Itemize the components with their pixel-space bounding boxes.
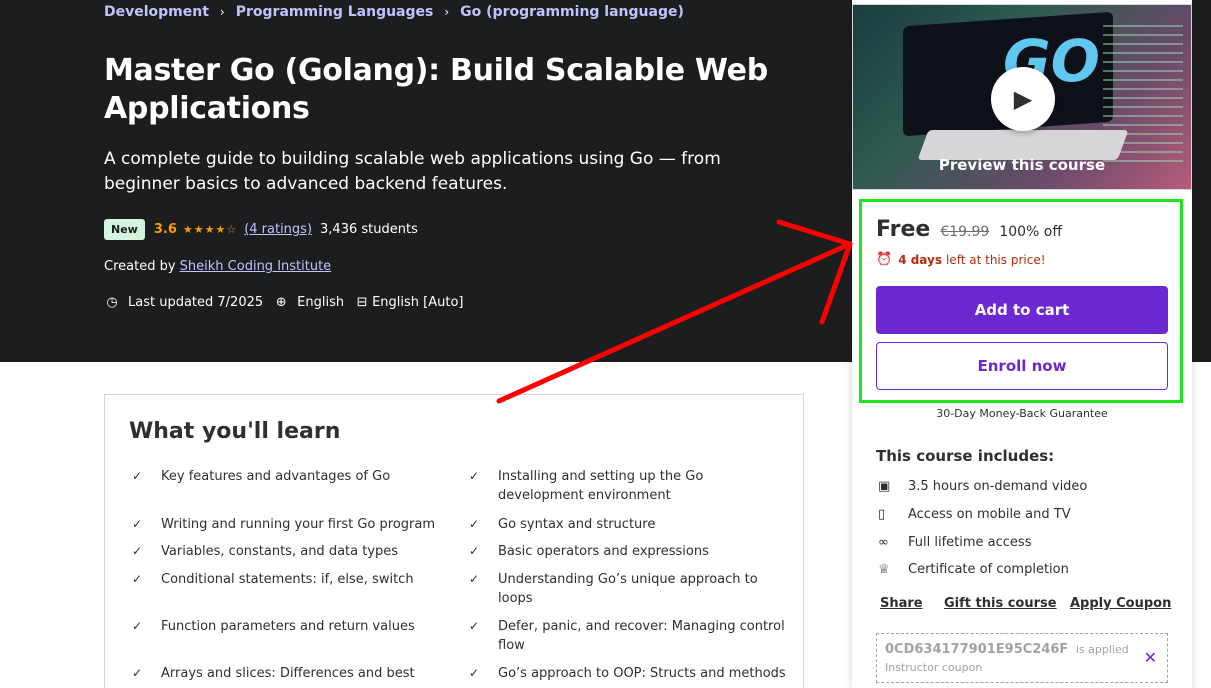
apply-coupon-link[interactable]: Apply Coupon: [1070, 596, 1171, 611]
what-youll-learn: What you'll learn ✓ Key features and adva…: [104, 394, 804, 688]
course-preview[interactable]: GO ▶ Preview this course: [852, 4, 1192, 190]
price-timer: ⏰ 4 days left at this price!: [876, 252, 1046, 267]
include-item: ♕ Certificate of completion: [878, 562, 1069, 577]
course-title: Master Go (Golang): Build Scalable Web A…: [104, 53, 768, 126]
learn-item: ✓ Conditional statements: if, else, switc…: [129, 570, 449, 589]
star-rating-icon: ★★★★☆: [182, 223, 238, 236]
breadcrumb: Development › Programming Languages › Go…: [104, 4, 684, 20]
coupon-code: 0CD634177901E95C246F: [885, 642, 1069, 657]
chevron-right-icon: ›: [219, 5, 225, 19]
alarm-clock-icon: ⏰: [876, 252, 893, 267]
includes-title: This course includes:: [876, 447, 1055, 465]
learn-item: ✓ Installing and setting up the Go develo…: [466, 467, 786, 505]
coupon-applied-text: is applied: [1075, 643, 1129, 656]
check-icon: ✓: [469, 619, 480, 633]
price-row: Free €19.99 100% off: [876, 217, 1062, 242]
ratings-link[interactable]: (4 ratings): [244, 222, 312, 237]
course-captions: English [Auto]: [372, 295, 464, 310]
check-icon: ✓: [469, 544, 480, 558]
chevron-right-icon: ›: [444, 5, 450, 19]
close-icon[interactable]: ✕: [1144, 648, 1157, 667]
breadcrumb-programming-languages[interactable]: Programming Languages: [236, 4, 434, 20]
rating-value: 3.6: [153, 222, 177, 237]
new-badge: New: [104, 219, 145, 240]
check-icon: ✓: [469, 517, 480, 531]
learn-item: ✓ Function parameters and return values: [129, 617, 449, 636]
include-item: ▯ Access on mobile and TV: [878, 507, 1071, 522]
learn-item: ✓ Key features and advantages of Go: [129, 467, 449, 486]
breadcrumb-go[interactable]: Go (programming language): [460, 4, 684, 20]
video-icon: ▣: [878, 479, 891, 494]
course-language: English: [297, 295, 345, 310]
rating-row: New 3.6 ★★★★☆ (4 ratings) 3,436 students: [104, 219, 418, 240]
infinity-icon: ∞: [878, 535, 889, 550]
instructor-link[interactable]: Sheikh Coding Institute: [180, 259, 332, 274]
check-icon: ✓: [132, 619, 143, 633]
learn-item: ✓ Go syntax and structure: [466, 515, 786, 534]
money-back-guarantee: 30-Day Money-Back Guarantee: [936, 407, 1108, 420]
timer-days: 4 days: [898, 252, 942, 267]
coupon-type: Instructor coupon: [885, 661, 983, 674]
learn-item: ✓ Defer, panic, and recover: Managing con…: [466, 617, 786, 655]
gift-course-link[interactable]: Gift this course: [944, 596, 1057, 611]
alert-clock-icon: ◷: [106, 295, 118, 310]
learn-item: ✓ Understanding Go’s unique approach to l…: [466, 570, 786, 608]
timer-text: left at this price!: [946, 252, 1046, 267]
check-icon: ✓: [132, 572, 143, 586]
check-icon: ✓: [469, 469, 480, 483]
course-meta: ◷ Last updated 7/2025 ⊕ English ⊟ Englis…: [104, 295, 474, 310]
check-icon: ✓: [469, 666, 480, 680]
learn-title: What you'll learn: [129, 419, 341, 444]
globe-icon: ⊕: [275, 295, 287, 310]
play-icon[interactable]: ▶: [991, 67, 1055, 131]
include-item: ▣ 3.5 hours on-demand video: [878, 479, 1088, 494]
learn-item: ✓ Basic operators and expressions: [466, 542, 786, 561]
learn-item: ✓ Variables, constants, and data types: [129, 542, 449, 561]
check-icon: ✓: [132, 666, 143, 680]
learn-item: ✓ Writing and running your first Go progr…: [129, 515, 449, 534]
student-count: 3,436 students: [320, 222, 418, 237]
add-to-cart-button[interactable]: Add to cart: [876, 286, 1168, 334]
include-item: ∞ Full lifetime access: [878, 535, 1032, 550]
breadcrumb-development[interactable]: Development: [104, 4, 209, 20]
check-icon: ✓: [132, 469, 143, 483]
last-updated: Last updated 7/2025: [128, 295, 264, 310]
mobile-icon: ▯: [878, 507, 886, 522]
applied-coupon: 0CD634177901E95C246F is applied Instruct…: [876, 633, 1168, 683]
trophy-icon: ♕: [878, 562, 890, 577]
enroll-now-button[interactable]: Enroll now: [876, 342, 1168, 390]
created-by-label: Created by: [104, 259, 176, 274]
created-by: Created by Sheikh Coding Institute: [104, 259, 331, 274]
check-icon: ✓: [132, 544, 143, 558]
learn-item: ✓ Arrays and slices: Differences and best: [129, 664, 449, 683]
learn-item: ✓ Go’s approach to OOP: Structs and metho…: [466, 664, 786, 683]
current-price: Free: [876, 217, 931, 242]
course-subtitle: A complete guide to building scalable we…: [104, 149, 721, 194]
original-price: €19.99: [940, 224, 990, 240]
discount-percent: 100% off: [999, 224, 1062, 240]
captions-icon: ⊟: [356, 295, 368, 310]
preview-label: Preview this course: [938, 156, 1106, 174]
check-icon: ✓: [132, 517, 143, 531]
check-icon: ✓: [469, 572, 480, 586]
share-link[interactable]: Share: [880, 596, 923, 611]
